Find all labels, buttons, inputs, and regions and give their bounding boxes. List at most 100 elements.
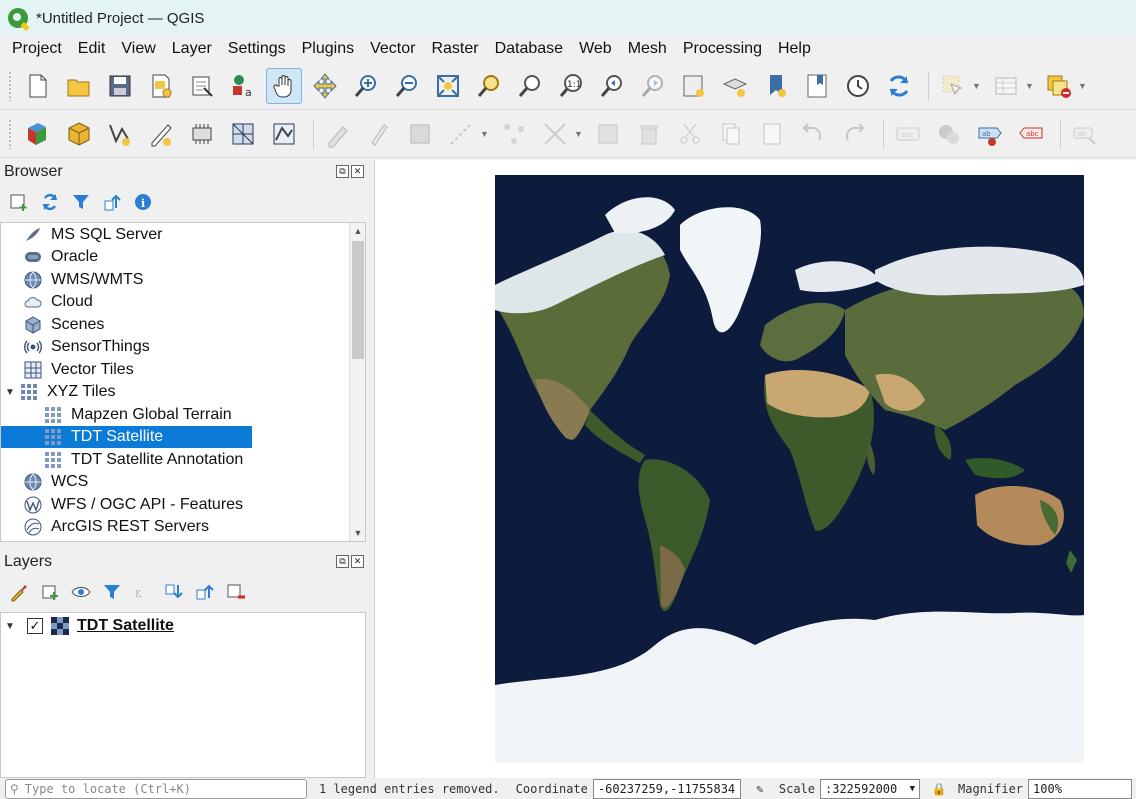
browser-item-arcgis-rest[interactable]: ArcGIS REST Servers [23, 516, 209, 538]
digitize-icon[interactable] [443, 116, 479, 152]
copy-features-icon[interactable] [672, 116, 708, 152]
scroll-down-icon[interactable]: ▼ [350, 525, 365, 541]
menu-plugins[interactable]: Plugins [294, 40, 362, 58]
chevron-down-icon[interactable]: ▼ [574, 129, 584, 139]
select-features-icon[interactable] [935, 68, 971, 104]
satellite-map-image[interactable] [495, 175, 1084, 763]
map-canvas[interactable] [374, 160, 1136, 778]
toggle-editing-icon[interactable] [361, 116, 397, 152]
browser-item-oracle[interactable]: Oracle [23, 246, 98, 268]
zoom-full-icon[interactable] [430, 68, 466, 104]
modify-attributes-icon[interactable] [537, 116, 573, 152]
toolbar-grip[interactable] [8, 118, 12, 149]
current-edits-icon[interactable] [320, 116, 356, 152]
layer-item-tdt-satellite[interactable]: ▼ ✓ TDT Satellite [5, 615, 174, 637]
coordinate-field[interactable]: -60237259,-11755834 [592, 778, 741, 799]
menu-settings[interactable]: Settings [220, 40, 294, 58]
pan-map-icon[interactable] [266, 67, 302, 104]
data-source-manager-icon[interactable] [20, 116, 56, 152]
highlight-labels-icon[interactable]: ab [972, 116, 1008, 152]
new-temporary-layer-icon[interactable] [143, 116, 179, 152]
scroll-up-icon[interactable]: ▲ [350, 223, 365, 239]
remove-layer-icon[interactable] [223, 579, 249, 605]
vertex-tool-icon[interactable] [496, 116, 532, 152]
move-label-icon[interactable]: abc [1013, 116, 1049, 152]
new-shapefile-layer-icon[interactable] [102, 116, 138, 152]
save-edits-icon[interactable] [402, 116, 438, 152]
toolbar-grip[interactable] [8, 70, 12, 101]
zoom-in-icon[interactable] [348, 68, 384, 104]
new-virtual-layer-icon[interactable] [184, 116, 220, 152]
manage-visibility-icon[interactable] [68, 579, 94, 605]
magnifier-spinbox[interactable]: 100% [1028, 778, 1133, 799]
style-manager-icon[interactable]: a [225, 68, 261, 104]
browser-item-wcs[interactable]: WCS [23, 471, 88, 493]
chevron-down-icon[interactable]: ▼ [1078, 81, 1088, 91]
temporal-controller-icon[interactable] [840, 68, 876, 104]
browser-item-xyz-tiles[interactable]: ▼ XYZ Tiles [5, 381, 115, 403]
new-mesh-layer-icon[interactable] [225, 116, 261, 152]
redo-icon[interactable] [795, 116, 831, 152]
float-panel-icon[interactable]: ⧉ [336, 555, 349, 568]
add-group-icon[interactable] [37, 579, 63, 605]
browser-item-cloud[interactable]: Cloud [23, 291, 93, 313]
save-project-icon[interactable] [102, 68, 138, 104]
browser-item-mapzen-terrain[interactable]: Mapzen Global Terrain [43, 404, 232, 426]
add-selected-layers-icon[interactable] [6, 189, 32, 215]
filter-legend-icon[interactable] [99, 579, 125, 605]
info-icon[interactable]: i [130, 189, 156, 215]
scroll-thumb[interactable] [352, 241, 364, 359]
diagram-icon[interactable]: abc [890, 116, 926, 152]
layers-tree[interactable]: ▼ ✓ TDT Satellite [0, 612, 366, 778]
attribute-table-icon[interactable] [988, 68, 1024, 104]
open-project-icon[interactable] [61, 68, 97, 104]
new-3d-map-view-icon[interactable] [717, 68, 753, 104]
new-spatial-bookmark-icon[interactable] [758, 68, 794, 104]
refresh-icon[interactable] [881, 68, 917, 104]
layer-styling-icon[interactable] [6, 579, 32, 605]
expand-arrow-icon[interactable]: ▼ [5, 387, 19, 398]
browser-item-scenes[interactable]: Scenes [23, 314, 104, 336]
new-project-icon[interactable] [20, 68, 56, 104]
new-geopackage-layer-icon[interactable] [61, 116, 97, 152]
zoom-next-icon[interactable] [635, 68, 671, 104]
refresh-icon[interactable] [37, 189, 63, 215]
close-icon[interactable]: ✕ [351, 165, 364, 178]
delete-selected-icon[interactable] [590, 116, 626, 152]
layout-manager-icon[interactable] [184, 68, 220, 104]
paste-features-icon[interactable] [713, 116, 749, 152]
show-bookmarks-icon[interactable] [799, 68, 835, 104]
browser-tree[interactable]: MS SQL Server Oracle WMS/WMTS Cloud Scen… [0, 222, 366, 542]
filter-expression-icon[interactable]: ε [130, 579, 156, 605]
menu-vector[interactable]: Vector [362, 40, 423, 58]
collapse-all-icon[interactable] [192, 579, 218, 605]
layer-visibility-checkbox[interactable]: ✓ [27, 618, 43, 634]
new-map-view-icon[interactable] [676, 68, 712, 104]
undo-icon[interactable] [754, 116, 790, 152]
float-panel-icon[interactable]: ⧉ [336, 165, 349, 178]
menu-view[interactable]: View [113, 40, 163, 58]
menu-layer[interactable]: Layer [164, 40, 220, 58]
menu-web[interactable]: Web [571, 40, 620, 58]
extents-toggle-icon[interactable]: ✎ [751, 782, 769, 796]
browser-item-tdt-satellite-annotation[interactable]: TDT Satellite Annotation [43, 449, 243, 471]
filter-icon[interactable] [68, 189, 94, 215]
zoom-to-layer-icon[interactable] [512, 68, 548, 104]
chevron-down-icon[interactable]: ▼ [480, 129, 490, 139]
new-vector-tile-layer-icon[interactable] [266, 116, 302, 152]
expand-arrow-icon[interactable]: ▼ [5, 621, 19, 632]
label-toolbar-icon[interactable] [836, 116, 872, 152]
deselect-all-icon[interactable] [1041, 68, 1077, 104]
menu-help[interactable]: Help [770, 40, 819, 58]
expand-all-icon[interactable] [161, 579, 187, 605]
zoom-last-icon[interactable] [594, 68, 630, 104]
menu-mesh[interactable]: Mesh [620, 40, 675, 58]
pin-labels-icon[interactable] [931, 116, 967, 152]
browser-item-sensorthings[interactable]: SensorThings [23, 336, 150, 358]
browser-item-wfs[interactable]: WFS / OGC API - Features [23, 494, 243, 516]
zoom-out-icon[interactable] [389, 68, 425, 104]
chevron-down-icon[interactable]: ▼ [1025, 81, 1035, 91]
lock-icon[interactable]: 🔒 [930, 782, 948, 796]
collapse-all-icon[interactable] [99, 189, 125, 215]
menu-raster[interactable]: Raster [423, 40, 486, 58]
